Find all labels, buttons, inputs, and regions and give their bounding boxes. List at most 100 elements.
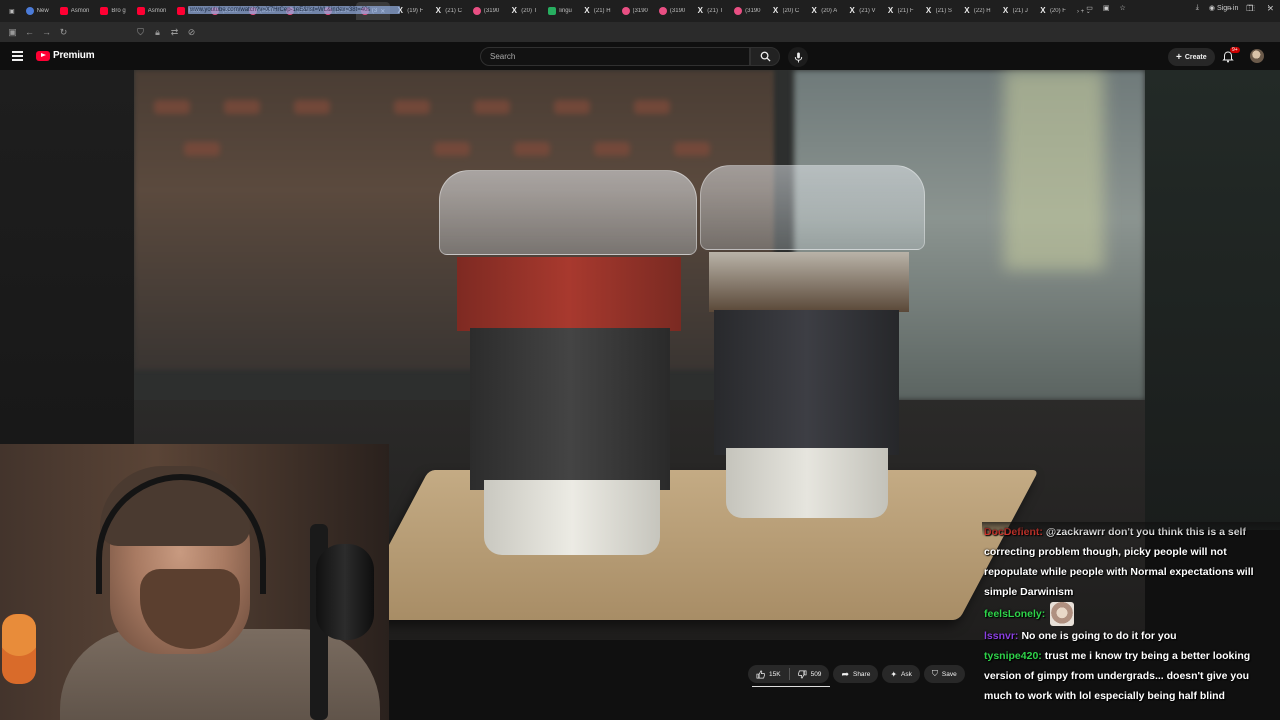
download-icon[interactable]: ⤓ (1196, 4, 1199, 12)
browser-tab[interactable]: X (20) A (805, 2, 842, 20)
browser-tab[interactable]: lingu (543, 2, 577, 20)
sign-in-label[interactable]: Sign in (1217, 5, 1238, 12)
browser-tab[interactable]: X (21) H (578, 2, 616, 20)
screen: ▣NewAsmonBro gAsmonHow(3190(3190(3190(31… (0, 0, 1280, 720)
browser-tab[interactable]: X (21) C (429, 2, 467, 20)
browser-tab[interactable]: (3190 (617, 2, 653, 20)
cast-icon[interactable]: ▣ (1103, 4, 1110, 12)
video-frame-light (1004, 70, 1104, 270)
dislike-button[interactable]: 509 (790, 670, 830, 679)
reload-icon[interactable]: ↻ (55, 27, 72, 38)
browser-tab[interactable]: Bro g (95, 2, 130, 20)
back-icon[interactable]: ← (21, 27, 38, 37)
browser-tab-label: Asmon (147, 8, 167, 14)
lock-icon[interactable]: 🔒︎ (149, 27, 166, 38)
user-avatar[interactable] (1250, 49, 1264, 63)
notification-count-badge: 9+ (1230, 47, 1240, 53)
browser-tab[interactable]: (3190 (729, 2, 765, 20)
chat-message: feelsLonely: (984, 602, 1276, 626)
address-bar: ▣ ← → ↻ ⛉ 🔒︎ ⇄ ⊘ (0, 22, 1280, 42)
ambient-right (1145, 70, 1280, 530)
url-field[interactable]: www.youtube.com/watch?v=X7HrCep-1eE&list… (188, 6, 400, 14)
pip-icon[interactable]: ▭ (1086, 4, 1093, 12)
x-logo-icon: X (925, 6, 932, 15)
ambient-left (0, 70, 134, 444)
save-button[interactable]: ⛉ Save (923, 665, 965, 683)
x-logo-icon: X (964, 6, 970, 15)
account-icon[interactable]: ◉ Sign in (1209, 4, 1238, 12)
search-button[interactable] (750, 47, 780, 66)
browser-tab-label: (21) H (593, 8, 611, 14)
browser-tab[interactable]: X (21) V (843, 2, 880, 20)
browser-tab[interactable]: Asmon (55, 2, 95, 20)
browser-tab-label: (21) C (445, 8, 462, 14)
browser-tab[interactable]: X (21) T (691, 2, 728, 20)
browser-tab[interactable]: X (21) J (997, 2, 1033, 20)
chat-message: tysnipe420: trust me i know try being a b… (984, 646, 1276, 706)
sidebar-toggle-icon[interactable]: ▣ (4, 27, 21, 38)
x-logo-icon: X (811, 6, 817, 15)
browser-tab-label: lingu (559, 8, 572, 14)
browser-tab[interactable]: X (22) H (958, 2, 996, 20)
browser-tab[interactable]: X (20) C (767, 2, 805, 20)
site-settings-icon[interactable]: ⇄ (166, 27, 183, 38)
forward-icon[interactable]: → (38, 27, 55, 37)
browser-tab-label: Bro g (111, 8, 126, 14)
browser-tab[interactable]: X (20) F (1034, 2, 1071, 20)
twitch-favicon-icon (658, 7, 667, 15)
browser-tab[interactable]: X (21) S (920, 2, 957, 20)
save-label: Save (941, 670, 957, 678)
youtube-favicon-icon (136, 7, 145, 15)
video-frame-brick (674, 142, 710, 156)
menu-dots-icon[interactable]: ⋮ (1265, 4, 1272, 12)
video-frame-cup-sleeve (714, 310, 899, 455)
browser-tab-label: (21) T (707, 8, 724, 14)
video-frame-brick (554, 100, 590, 114)
browser-tab[interactable]: (3190 (468, 2, 504, 20)
x-logo-icon: X (772, 6, 779, 15)
create-label: Create (1184, 53, 1207, 61)
share-button[interactable]: ➦ Share (833, 665, 879, 683)
shield-icon[interactable]: ⛉ (132, 27, 149, 38)
tab-actions-icon[interactable]: ▣ (4, 2, 20, 20)
brand-label: Premium (53, 50, 95, 61)
twitch-favicon-icon (734, 7, 743, 15)
menu-hamburger-icon[interactable] (12, 51, 23, 61)
video-frame-tray (349, 470, 1039, 620)
browser-tab-label: New (36, 8, 49, 14)
create-button[interactable]: + Create (1168, 48, 1215, 66)
browser-tab[interactable]: X (20) T (505, 2, 542, 20)
no-track-icon[interactable]: ⊘ (183, 27, 200, 38)
like-button-underline (752, 686, 830, 687)
chat-message: lssnvr: No one is going to do it for you (984, 626, 1276, 646)
browser-tab-label: (22) H (973, 8, 991, 14)
x-logo-icon: X (1002, 6, 1009, 15)
notifications-button[interactable]: 9+ (1222, 47, 1240, 63)
video-frame-cup (709, 252, 909, 312)
dislike-count: 509 (810, 670, 822, 678)
like-button[interactable]: 15K (748, 670, 789, 679)
streamer-webcam (0, 444, 389, 720)
x-logo-icon: X (887, 6, 894, 15)
video-frame-brick (594, 142, 630, 156)
thumbs-up-icon (756, 670, 765, 678)
video-frame-brick (294, 100, 330, 114)
stream-chat-overlay: DocDefient:@zackrawrr don't you think th… (984, 522, 1276, 706)
search-input[interactable]: Search (480, 47, 750, 66)
video-frame-cup-sleeve (470, 328, 670, 490)
browser-tab-label: (20) A (821, 8, 838, 14)
browser-tab[interactable]: Asmon (132, 2, 172, 20)
bookmark-star-icon[interactable]: ☆ (1120, 4, 1126, 12)
youtube-premium-logo[interactable]: Premium (36, 50, 95, 61)
extensions-icon[interactable]: ⬚ (1248, 4, 1255, 12)
browser-tab-label: (3190 (745, 8, 761, 14)
ask-label: Ask (901, 670, 912, 678)
browser-tab-label: Asmon (70, 8, 90, 14)
browser-tab[interactable]: New (21, 2, 54, 20)
x-logo-icon: X (584, 6, 590, 15)
browser-tab[interactable]: (3190 (654, 2, 690, 20)
ask-button[interactable]: ✦ Ask (882, 665, 920, 683)
browser-tab[interactable]: X (21) F (882, 2, 919, 20)
youtube-play-icon (36, 50, 50, 61)
voice-search-button[interactable] (788, 47, 808, 67)
